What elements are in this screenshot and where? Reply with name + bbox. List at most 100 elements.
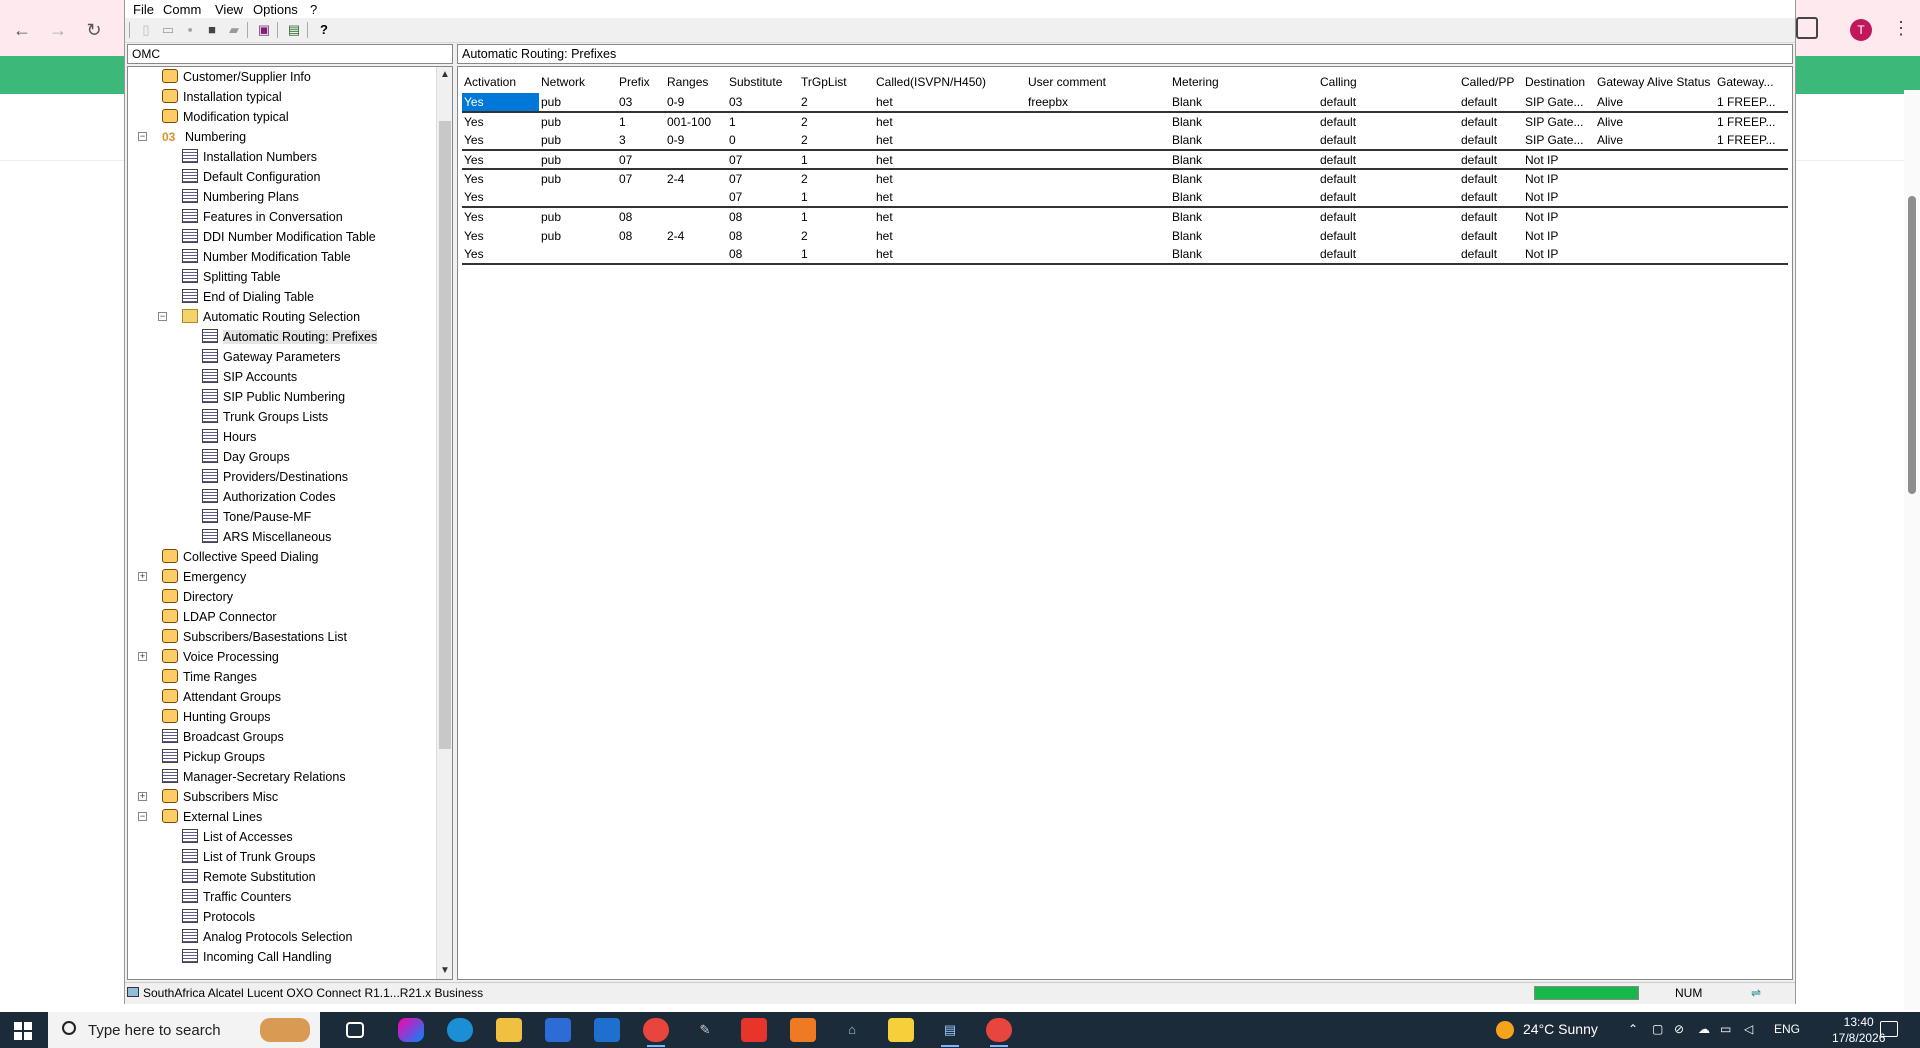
table-cell[interactable] — [1715, 245, 1788, 265]
menu-comm[interactable]: Comm — [163, 2, 201, 17]
table-cell[interactable] — [1595, 169, 1715, 188]
tree-item[interactable]: Remote Substitution — [182, 867, 316, 887]
volume-icon[interactable]: ◁ — [1744, 1022, 1753, 1036]
tree-item[interactable]: Traffic Counters — [182, 887, 291, 907]
scroll-down-icon[interactable]: ▼ — [437, 963, 452, 979]
table-cell[interactable] — [1026, 188, 1170, 208]
table-cell[interactable] — [539, 188, 617, 208]
table-cell[interactable]: 08 — [727, 207, 799, 226]
table-cell[interactable] — [665, 150, 727, 170]
table-cell[interactable]: 2 — [799, 93, 874, 113]
forward-icon[interactable]: → — [46, 18, 70, 42]
table-cell[interactable]: Yes — [462, 207, 539, 226]
table-cell[interactable]: 1 FREEP... — [1715, 112, 1788, 131]
table-cell[interactable]: Blank — [1170, 207, 1318, 226]
navigation-tree[interactable]: Customer/Supplier Info Installation typic… — [127, 66, 453, 980]
table-cell[interactable]: pub — [539, 226, 617, 245]
table-cell[interactable]: Not IP — [1523, 188, 1595, 208]
column-header[interactable]: TrGpList — [799, 71, 874, 93]
menu-help[interactable]: ? — [310, 2, 317, 17]
weather-text[interactable]: 24°C Sunny — [1523, 1021, 1598, 1037]
tree-item[interactable]: Modification typical — [162, 107, 289, 127]
tree-item[interactable]: End of Dialing Table — [182, 287, 314, 307]
table-cell[interactable]: 07 — [727, 150, 799, 170]
table-cell[interactable]: 0 — [727, 131, 799, 151]
table-cell[interactable] — [1026, 169, 1170, 188]
tree-item[interactable]: Numbering Plans — [182, 187, 299, 207]
table-cell[interactable]: 2-4 — [665, 226, 727, 245]
table-cell[interactable]: Not IP — [1523, 207, 1595, 226]
table-cell[interactable] — [1715, 169, 1788, 188]
menu-options[interactable]: Options — [253, 2, 298, 17]
table-cell[interactable]: Not IP — [1523, 169, 1595, 188]
tree-item[interactable]: ARS Miscellaneous — [202, 527, 331, 547]
table-cell[interactable]: Yes — [462, 131, 539, 151]
table-cell[interactable]: freepbx — [1026, 93, 1170, 113]
file-explorer-icon[interactable] — [496, 1018, 522, 1042]
tree-item[interactable]: Protocols — [182, 907, 255, 927]
tree-item[interactable]: Features in Conversation — [182, 207, 343, 227]
table-cell[interactable]: 03 — [617, 93, 665, 113]
tree-item[interactable]: Default Configuration — [182, 167, 320, 187]
tree-item[interactable]: Incoming Call Handling — [182, 947, 332, 967]
table-cell[interactable]: het — [874, 131, 1026, 151]
tree-item[interactable]: List of Accesses — [182, 827, 293, 847]
table-cell[interactable] — [1026, 207, 1170, 226]
table-cell[interactable]: SIP Gate... — [1523, 112, 1595, 131]
table-cell[interactable]: default — [1459, 188, 1523, 208]
tree-item[interactable]: LDAP Connector — [162, 607, 277, 627]
pen-tool-icon[interactable]: ✎ — [692, 1018, 718, 1042]
export-icon[interactable]: ▰ — [225, 21, 243, 39]
new-icon[interactable]: ▯ — [137, 21, 155, 39]
table-cell[interactable]: het — [874, 245, 1026, 265]
table-cell[interactable]: default — [1459, 93, 1523, 113]
table-cell[interactable] — [665, 245, 727, 265]
weather-sun-icon[interactable] — [1496, 1021, 1514, 1039]
table-cell[interactable]: 08 — [617, 226, 665, 245]
table-cell[interactable]: Blank — [1170, 226, 1318, 245]
tree-scroll-thumb[interactable] — [439, 121, 451, 749]
tray-app-icon[interactable]: ▢ — [1652, 1022, 1663, 1036]
table-cell[interactable]: 08 — [617, 207, 665, 226]
table-row[interactable]: Yes pub 07 07 1 het Blank default default Not IP — [462, 150, 1788, 170]
table-row[interactable]: Yes pub 08 2-4 08 2 het Blank default default Not … — [462, 226, 1788, 245]
column-header[interactable]: Destination — [1523, 71, 1595, 93]
table-cell[interactable]: het — [874, 169, 1026, 188]
tree-scrollbar[interactable]: ▲ ▼ — [436, 67, 452, 979]
table-cell[interactable]: 2 — [799, 169, 874, 188]
extensions-icon[interactable] — [1796, 17, 1818, 39]
table-cell[interactable] — [1715, 226, 1788, 245]
table-cell[interactable]: Blank — [1170, 188, 1318, 208]
table-cell[interactable] — [1595, 150, 1715, 170]
browser-scroll-thumb[interactable] — [1908, 196, 1916, 494]
tree-item[interactable]: 03 Numbering — [162, 127, 246, 147]
tree-item[interactable]: Subscribers/Basestations List — [162, 627, 347, 647]
menu-file[interactable]: File — [133, 2, 154, 17]
table-cell[interactable]: het — [874, 188, 1026, 208]
table-cell[interactable] — [1595, 188, 1715, 208]
collapse-icon[interactable]: − — [138, 132, 147, 141]
tray-mute-icon[interactable]: ⊘ — [1674, 1022, 1684, 1036]
browser-menu-icon[interactable]: ⋮ — [1892, 16, 1910, 40]
tree-item[interactable]: Pickup Groups — [162, 747, 265, 767]
open-icon[interactable]: ▭ — [159, 21, 177, 39]
tree-item[interactable]: Manager-Secretary Relations — [162, 767, 346, 787]
help-icon[interactable]: ? — [315, 21, 333, 39]
table-cell[interactable] — [1026, 131, 1170, 151]
table-cell[interactable] — [1595, 226, 1715, 245]
table-cell[interactable]: 08 — [727, 226, 799, 245]
tree-item[interactable]: Hours — [202, 427, 256, 447]
tree-item[interactable]: Automatic Routing: Prefixes — [202, 327, 378, 347]
table-cell[interactable]: pub — [539, 169, 617, 188]
table-cell[interactable]: 1 — [799, 207, 874, 226]
tree-item[interactable]: Authorization Codes — [202, 487, 336, 507]
column-header[interactable]: Called/PP — [1459, 71, 1523, 93]
menu-view[interactable]: View — [215, 2, 243, 17]
table-cell[interactable]: 0-9 — [665, 131, 727, 151]
table-cell[interactable] — [617, 188, 665, 208]
table-cell[interactable]: het — [874, 93, 1026, 113]
tree-item[interactable]: List of Trunk Groups — [182, 847, 316, 867]
table-cell[interactable] — [539, 245, 617, 265]
chevron-up-icon[interactable]: ⌃ — [1628, 1022, 1638, 1036]
column-header[interactable]: Substitute — [727, 71, 799, 93]
